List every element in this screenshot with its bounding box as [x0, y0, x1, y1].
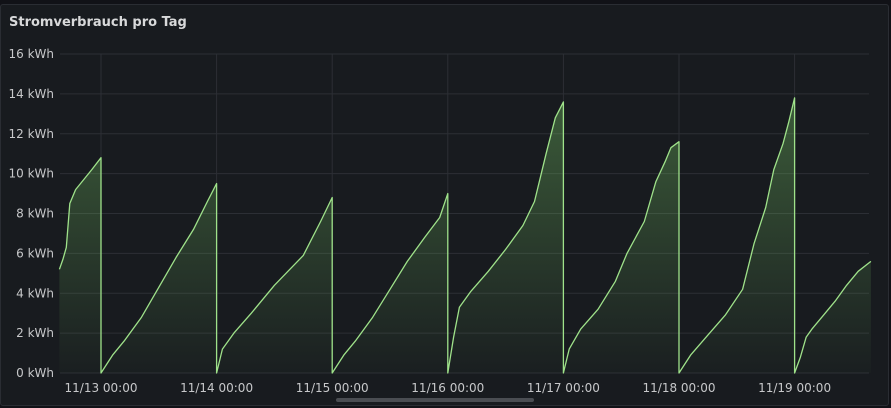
x-tick-label: 11/13 00:00 — [65, 381, 138, 395]
x-tick-label: 11/16 00:00 — [411, 381, 484, 395]
x-tick-label: 11/19 00:00 — [758, 381, 831, 395]
series-area — [59, 97, 871, 374]
x-tick-label: 11/15 00:00 — [296, 381, 369, 395]
y-tick-label: 2 kWh — [16, 326, 54, 340]
y-tick-label: 12 kWh — [8, 127, 54, 141]
y-tick-label: 10 kWh — [8, 167, 54, 181]
y-tick-label: 16 kWh — [8, 47, 54, 61]
y-tick-label: 14 kWh — [8, 87, 54, 101]
x-tick-label: 11/18 00:00 — [643, 381, 716, 395]
area-chart: 0 kWh 2 kWh 4 kWh 6 kWh 8 kWh 10 kWh 12 kWh 14 … — [8, 47, 872, 395]
y-tick-label: 8 kWh — [16, 207, 54, 221]
y-tick-label: 0 kWh — [16, 366, 54, 380]
y-tick-label: 6 kWh — [16, 246, 54, 260]
x-tick-label: 11/14 00:00 — [180, 381, 253, 395]
horizontal-scrollbar[interactable] — [336, 398, 534, 402]
x-tick-label: 11/17 00:00 — [527, 381, 600, 395]
y-tick-label: 4 kWh — [16, 286, 54, 300]
